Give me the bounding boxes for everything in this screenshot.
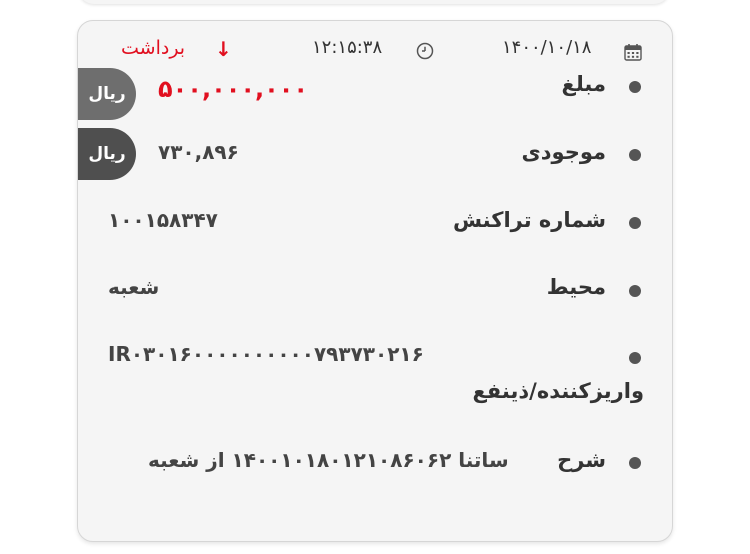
description-bullet: [629, 457, 641, 469]
clock-icon: [416, 42, 434, 64]
previous-card-edge: [78, 0, 670, 4]
transaction-number-bullet: [629, 217, 641, 229]
amount-value: ۵۰۰,۰۰۰,۰۰۰: [158, 75, 309, 103]
balance-bullet: [629, 149, 641, 161]
amount-bullet: [629, 81, 641, 93]
channel-bullet: [629, 285, 641, 297]
calendar-icon: [624, 43, 642, 65]
transaction-date: ۱۴۰۰/۱۰/۱۸: [502, 37, 592, 58]
description-label: شرح: [557, 448, 606, 472]
balance-currency-badge: ریال: [78, 128, 136, 180]
channel-label: محیط: [546, 275, 606, 299]
channel-value: شعبه: [108, 275, 160, 299]
amount-currency-label: ریال: [88, 84, 126, 104]
balance-label: موجودی: [521, 140, 607, 164]
transaction-card[interactable]: ۱۴۰۰/۱۰/۱۸ ۱۲:۱۵:۳۸ ↓ برداشت مبلغ ۵۰۰,۰۰…: [77, 20, 673, 542]
depositor-value: IR۰۳۰۱۶۰۰۰۰۰۰۰۰۰۰۷۹۳۷۳۰۲۱۶: [108, 342, 424, 366]
balance-value: ۷۳۰,۸۹۶: [158, 140, 239, 164]
transaction-number-label: شماره تراکنش: [452, 208, 606, 232]
depositor-bullet: [629, 352, 641, 364]
transaction-number-value: ۱۰۰۱۵۸۳۴۷: [108, 208, 218, 232]
description-value: ساتنا ۱۴۰۰۱۰۱۸۰۱۲۱۰۸۶۰۶۲ از شعبه: [148, 448, 509, 472]
amount-currency-badge: ریال: [78, 68, 136, 120]
depositor-label: واریزکننده/ذینفع: [472, 379, 644, 403]
transaction-time: ۱۲:۱۵:۳۸: [312, 37, 383, 58]
balance-currency-label: ریال: [88, 144, 126, 164]
withdrawal-arrow-icon: ↓: [215, 37, 232, 61]
amount-label: مبلغ: [561, 72, 607, 96]
transaction-type: برداشت: [121, 37, 186, 59]
